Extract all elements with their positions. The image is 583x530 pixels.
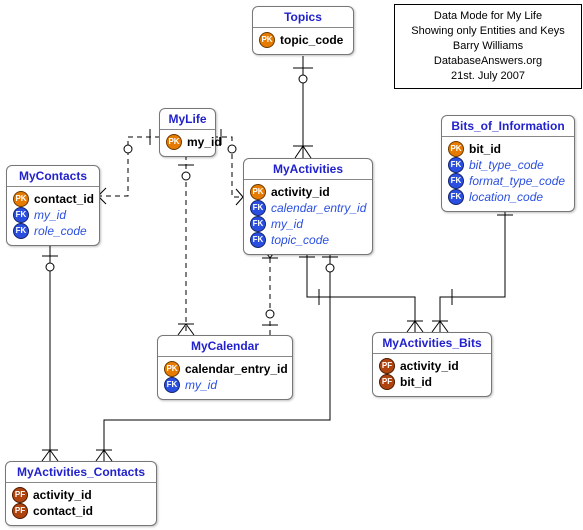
column-row: FK my_id: [13, 207, 93, 223]
column-row: PF bit_id: [379, 374, 485, 390]
pf-icon: PF: [12, 487, 28, 503]
column-name: my_id: [187, 134, 222, 150]
fk-icon: FK: [448, 157, 464, 173]
column-row: FK my_id: [250, 216, 366, 232]
pk-icon: PK: [166, 134, 182, 150]
column-name: format_type_code: [469, 173, 565, 189]
column-row: PK topic_code: [259, 32, 347, 48]
entity-title: Bits_of_Information: [442, 116, 574, 137]
info-line: 21st. July 2007: [403, 69, 573, 84]
entity-bits-of-information: Bits_of_Information PK bit_id FK bit_typ…: [441, 115, 575, 212]
column-row: FK calendar_entry_id: [250, 200, 366, 216]
info-line: DatabaseAnswers.org: [403, 54, 573, 69]
fk-icon: FK: [13, 207, 29, 223]
column-name: my_id: [34, 207, 66, 223]
entity-title: MyContacts: [7, 166, 99, 187]
column-name: location_code: [469, 189, 543, 205]
fk-icon: FK: [448, 189, 464, 205]
entity-title: MyLife: [160, 109, 215, 130]
column-name: calendar_entry_id: [271, 200, 366, 216]
entity-title: MyActivities_Bits: [373, 333, 491, 354]
column-name: topic_code: [280, 32, 343, 48]
entity-myactivities-contacts: MyActivities_Contacts PF activity_id PF …: [5, 461, 157, 526]
column-row: FK bit_type_code: [448, 157, 568, 173]
column-row: PK calendar_entry_id: [164, 361, 286, 377]
info-line: Data Mode for My Life: [403, 9, 573, 24]
fk-icon: FK: [13, 223, 29, 239]
column-name: contact_id: [33, 503, 93, 519]
pk-icon: PK: [164, 361, 180, 377]
pf-icon: PF: [12, 503, 28, 519]
column-name: bit_type_code: [469, 157, 544, 173]
column-row: FK location_code: [448, 189, 568, 205]
entity-mycontacts: MyContacts PK contact_id FK my_id FK rol…: [6, 165, 100, 246]
pk-icon: PK: [259, 32, 275, 48]
column-name: my_id: [185, 377, 217, 393]
entity-title: MyActivities: [244, 159, 372, 180]
column-name: bit_id: [400, 374, 432, 390]
fk-icon: FK: [250, 200, 266, 216]
entity-myactivities: MyActivities PK activity_id FK calendar_…: [243, 158, 373, 255]
column-name: activity_id: [33, 487, 92, 503]
column-row: FK role_code: [13, 223, 93, 239]
entity-topics: Topics PK topic_code: [252, 6, 354, 55]
entity-mylife: MyLife PK my_id: [159, 108, 216, 157]
column-name: topic_code: [271, 232, 329, 248]
column-row: PK bit_id: [448, 141, 568, 157]
column-row: PK contact_id: [13, 191, 93, 207]
entity-title: Topics: [253, 7, 353, 28]
column-row: PF activity_id: [379, 358, 485, 374]
entity-title: MyCalendar: [158, 336, 292, 357]
fk-icon: FK: [448, 173, 464, 189]
pf-icon: PF: [379, 358, 395, 374]
column-row: PF activity_id: [12, 487, 150, 503]
column-row: PK activity_id: [250, 184, 366, 200]
info-line: Barry Williams: [403, 39, 573, 54]
diagram-info-box: Data Mode for My Life Showing only Entit…: [394, 4, 582, 89]
pk-icon: PK: [448, 141, 464, 157]
column-name: activity_id: [271, 184, 330, 200]
fk-icon: FK: [250, 216, 266, 232]
column-row: PK my_id: [166, 134, 209, 150]
column-row: PF contact_id: [12, 503, 150, 519]
column-row: FK topic_code: [250, 232, 366, 248]
pk-icon: PK: [250, 184, 266, 200]
column-name: my_id: [271, 216, 303, 232]
column-name: role_code: [34, 223, 87, 239]
column-name: calendar_entry_id: [185, 361, 288, 377]
fk-icon: FK: [164, 377, 180, 393]
entity-title: MyActivities_Contacts: [6, 462, 156, 483]
column-row: FK my_id: [164, 377, 286, 393]
column-row: FK format_type_code: [448, 173, 568, 189]
pk-icon: PK: [13, 191, 29, 207]
column-name: bit_id: [469, 141, 501, 157]
column-name: activity_id: [400, 358, 459, 374]
entity-myactivities-bits: MyActivities_Bits PF activity_id PF bit_…: [372, 332, 492, 397]
pf-icon: PF: [379, 374, 395, 390]
entity-mycalendar: MyCalendar PK calendar_entry_id FK my_id: [157, 335, 293, 400]
info-line: Showing only Entities and Keys: [403, 24, 573, 39]
column-name: contact_id: [34, 191, 94, 207]
fk-icon: FK: [250, 232, 266, 248]
